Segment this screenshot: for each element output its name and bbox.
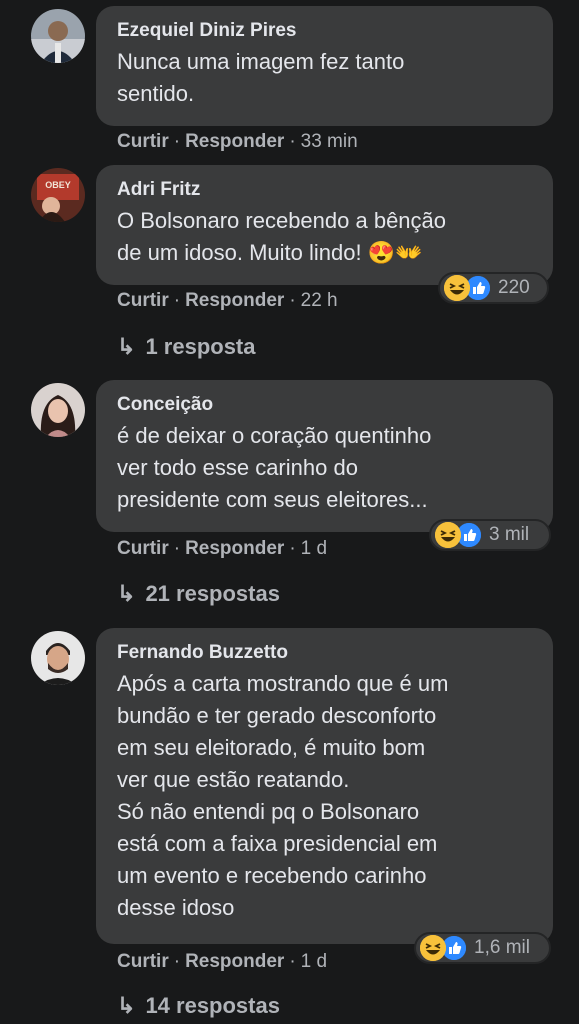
separator: · — [289, 290, 296, 311]
reply-button[interactable]: Responder — [185, 951, 284, 972]
separator: · — [289, 951, 296, 972]
reply-button[interactable]: Responder — [185, 290, 284, 311]
comment-text: Após a carta mostrando que é um bundão e… — [117, 671, 449, 920]
avatar[interactable] — [31, 631, 85, 685]
reaction-summary[interactable]: 1,6 mil — [414, 932, 551, 964]
replies-count: 14 respostas — [145, 993, 280, 1018]
comment-author[interactable]: Ezequiel Diniz Pires — [117, 19, 531, 43]
separator: · — [173, 538, 181, 559]
reaction-count: 220 — [498, 277, 530, 298]
replies-count: 21 respostas — [145, 581, 280, 606]
comment-actions: Curtir · Responder · 1 d — [117, 950, 327, 974]
replies-count: 1 resposta — [145, 334, 256, 359]
haha-reaction-icon — [435, 522, 461, 548]
comment-time[interactable]: 22 h — [301, 290, 338, 311]
comment-time[interactable]: 1 d — [301, 951, 327, 972]
comment-time[interactable]: 33 min — [301, 131, 358, 152]
avatar[interactable] — [31, 9, 85, 63]
svg-text:OBEY: OBEY — [45, 180, 71, 190]
comment-author[interactable]: Conceição — [117, 393, 531, 417]
comment-text: O Bolsonaro recebendo a bênção de um ido… — [117, 208, 447, 265]
avatar[interactable] — [31, 383, 85, 437]
separator: · — [173, 290, 181, 311]
comment-actions: Curtir · Responder · 1 d — [117, 537, 327, 561]
like-button[interactable]: Curtir — [117, 290, 169, 311]
avatar[interactable]: OBEY — [31, 168, 85, 222]
reply-button[interactable]: Responder — [185, 538, 284, 559]
reply-arrow-icon: ↳ — [117, 581, 136, 606]
haha-reaction-icon — [420, 935, 446, 961]
separator: · — [173, 131, 181, 152]
view-replies-link[interactable]: ↳ 21 respostas — [117, 580, 280, 608]
like-button[interactable]: Curtir — [117, 538, 169, 559]
comment-bubble: Fernando Buzzetto Após a carta mostrando… — [96, 628, 553, 944]
reaction-summary[interactable]: 220 — [438, 272, 549, 304]
separator: · — [173, 951, 181, 972]
reply-arrow-icon: ↳ — [117, 993, 136, 1018]
comment-bubble: Conceição é de deixar o coração quentinh… — [96, 380, 553, 532]
comment-text: é de deixar o coração quentinho ver todo… — [117, 423, 432, 512]
comment-bubble: Ezequiel Diniz Pires Nunca uma imagem fe… — [96, 6, 553, 126]
comment-author[interactable]: Adri Fritz — [117, 178, 531, 202]
separator: · — [289, 131, 296, 152]
comment-author[interactable]: Fernando Buzzetto — [117, 641, 531, 665]
reaction-count: 3 mil — [489, 524, 530, 545]
haha-reaction-icon — [444, 275, 470, 301]
reaction-summary[interactable]: 3 mil — [429, 519, 551, 551]
view-replies-link[interactable]: ↳ 14 respostas — [117, 992, 280, 1020]
comment-text: Nunca uma imagem fez tanto sentido. — [117, 49, 405, 106]
reaction-count: 1,6 mil — [474, 937, 530, 958]
separator: · — [289, 538, 296, 559]
comment-bubble: Adri Fritz O Bolsonaro recebendo a bênçã… — [96, 165, 553, 285]
comment-actions: Curtir · Responder · 33 min — [117, 130, 358, 154]
reply-arrow-icon: ↳ — [117, 334, 136, 359]
like-button[interactable]: Curtir — [117, 131, 169, 152]
like-button[interactable]: Curtir — [117, 951, 169, 972]
comment-time[interactable]: 1 d — [301, 538, 327, 559]
comment-actions: Curtir · Responder · 22 h — [117, 289, 338, 313]
reply-button[interactable]: Responder — [185, 131, 284, 152]
view-replies-link[interactable]: ↳ 1 resposta — [117, 333, 256, 361]
